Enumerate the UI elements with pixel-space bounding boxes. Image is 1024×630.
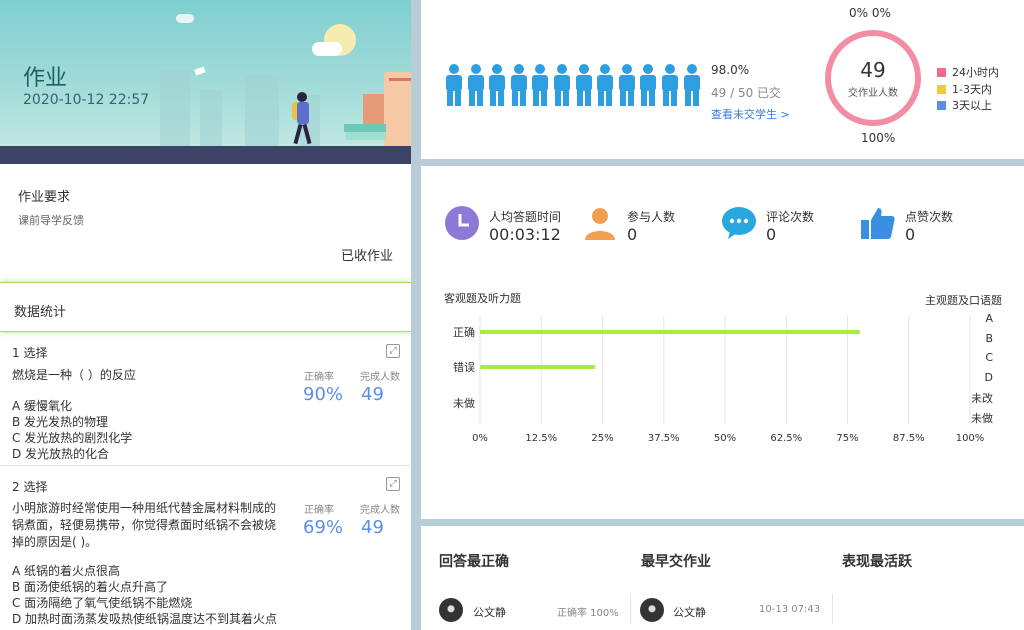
option-b: B 发光发热的物理 bbox=[12, 415, 109, 429]
student-figure-icon bbox=[639, 64, 657, 106]
legend-item: 3天以上 bbox=[937, 97, 992, 113]
student-figure-icon bbox=[683, 64, 701, 106]
student-figure-icon bbox=[553, 64, 571, 106]
bar bbox=[480, 365, 596, 369]
x-tick-label: 50% bbox=[714, 433, 736, 444]
stats-panel: 人均答题时间 00:03:12 参与人数 0 评论次数 0 点赞次数 0 客观题… bbox=[421, 166, 1024, 519]
subjective-item: D bbox=[984, 370, 993, 384]
completed-label: 完成人数 bbox=[360, 505, 400, 516]
question-number: 2 选择 bbox=[12, 480, 48, 494]
student-meta: 正确率 100% bbox=[557, 608, 619, 619]
submission-panel: 98.0% 49 / 50 已交 查看未交学生 > 0% 0% 49 交作业人数… bbox=[421, 0, 1024, 159]
x-tick-label: 0% bbox=[472, 433, 488, 444]
student-name: 公文静 bbox=[673, 606, 706, 619]
x-tick-label: 100% bbox=[956, 433, 985, 444]
student-name: 公文静 bbox=[473, 606, 506, 619]
stats-title: 数据统计 bbox=[14, 305, 67, 320]
subjective-title: 主观题及口语题 bbox=[925, 294, 1002, 307]
legend-swatch bbox=[937, 68, 946, 77]
submission-rate: 98.0% bbox=[711, 63, 750, 77]
category-label: 未做 bbox=[453, 396, 475, 410]
accuracy-value: 90% bbox=[303, 384, 344, 405]
student-figure-icon bbox=[596, 64, 614, 106]
option-a: A 纸锅的着火点很高 bbox=[12, 564, 121, 578]
expand-icon[interactable]: ⤢ bbox=[386, 477, 400, 491]
chart-title: 客观题及听力题 bbox=[444, 291, 521, 305]
question-card: 1 选择 ⤢ 燃烧是一种（ ）的反应 A 缓慢氧化 B 发光发热的物理 C 发光… bbox=[0, 340, 411, 465]
subjective-item: B bbox=[985, 331, 993, 345]
legend-item: 24小时内 bbox=[937, 64, 999, 80]
avatar bbox=[640, 598, 664, 622]
option-a: A 缓慢氧化 bbox=[12, 399, 73, 413]
option-b: B 面汤使纸锅的着火点升高了 bbox=[12, 580, 169, 594]
student-figure-icon bbox=[445, 64, 463, 106]
question-stem: 燃烧是一种（ ）的反应 bbox=[12, 368, 136, 382]
x-tick-label: 87.5% bbox=[893, 433, 925, 444]
option-d: D 加热时面汤蒸发吸热使纸锅温度达不到其着火点 bbox=[12, 612, 278, 626]
completed-label: 完成人数 bbox=[360, 372, 400, 383]
ring-top-percent: 0% 0% bbox=[849, 6, 891, 20]
accuracy-value: 69% bbox=[303, 517, 344, 538]
accuracy-label: 正确率 bbox=[304, 372, 334, 383]
student-figure-icon bbox=[618, 64, 636, 106]
view-unsubmitted-link[interactable]: 查看未交学生 > bbox=[711, 106, 790, 122]
legend-swatch bbox=[937, 101, 946, 110]
category-label: 错误 bbox=[453, 360, 475, 374]
subjective-item: 未改 bbox=[971, 392, 993, 405]
completed-value: 49 bbox=[361, 517, 384, 538]
question-card: 2 选择 ⤢ 小明旅游时经常使用一种用纸代替金属材料制成的锅煮面，轻便易携带，你… bbox=[0, 472, 411, 630]
legend-swatch bbox=[937, 85, 946, 94]
homework-title: 作业 bbox=[23, 66, 68, 91]
student-figure-icon bbox=[467, 64, 485, 106]
option-c: C 发光放热的剧烈化学 bbox=[12, 431, 133, 445]
student-meta: 10-13 07:43 bbox=[759, 604, 821, 615]
student-figure-icon bbox=[510, 64, 528, 106]
leaderboard-title: 最早交作业 bbox=[641, 554, 711, 570]
received-homework-link[interactable]: 已收作业 bbox=[341, 245, 393, 264]
subjective-item: A bbox=[985, 312, 993, 325]
legend-item: 1-3天内 bbox=[937, 81, 992, 97]
avatar bbox=[439, 598, 463, 622]
option-c: C 面汤隔绝了氧气使纸锅不能燃烧 bbox=[12, 596, 193, 610]
ring-label: 交作业人数 bbox=[848, 88, 898, 99]
subjective-item: C bbox=[985, 351, 993, 364]
objective-bar-chart: 客观题及听力题 0% 12.5% 25% 37.5% 50% 62.5% 75% 87.5% 1… bbox=[444, 291, 985, 444]
question-number: 1 选择 bbox=[12, 346, 48, 360]
homework-datetime: 2020-10-12 22:57 bbox=[23, 92, 150, 108]
requirement-title: 作业要求 bbox=[18, 190, 71, 205]
student-figure-icon bbox=[661, 64, 679, 106]
student-figure-icon bbox=[575, 64, 593, 106]
homework-panel: 作业 2020-10-12 22:57 作业要求 课前导学反馈 已收作业 数据统… bbox=[0, 0, 411, 630]
subjective-item: 未做 bbox=[971, 411, 993, 425]
cloud-illustration bbox=[312, 42, 342, 56]
paper-plane-icon bbox=[194, 66, 206, 76]
leaderboard-title: 回答最正确 bbox=[439, 554, 509, 570]
x-tick-label: 25% bbox=[591, 433, 613, 444]
question-stem: 小明旅游时经常使用一种用纸代替金属材料制成的锅煮面，轻便易携带，你觉得煮面时纸锅… bbox=[12, 501, 277, 549]
expand-icon[interactable]: ⤢ bbox=[386, 344, 400, 358]
leaderboard-title: 表现最活跃 bbox=[842, 554, 912, 570]
ring-bottom-percent: 100% bbox=[861, 131, 896, 145]
bar bbox=[480, 330, 860, 334]
x-tick-label: 75% bbox=[836, 433, 858, 444]
student-figure-icon bbox=[531, 64, 549, 106]
option-d: D 发光放热的化合 bbox=[12, 447, 110, 461]
submission-count: 49 / 50 已交 bbox=[711, 86, 782, 100]
stats-tab[interactable]: 数据统计 bbox=[0, 282, 411, 332]
leaderboard-panel: 回答最正确 最早交作业 表现最活跃 公文静 正确率 100% 公文静 10-13… bbox=[421, 526, 1024, 630]
requirement-text: 课前导学反馈 bbox=[18, 214, 84, 227]
x-tick-label: 12.5% bbox=[525, 433, 557, 444]
x-tick-label: 62.5% bbox=[770, 433, 802, 444]
completed-value: 49 bbox=[361, 384, 384, 405]
homework-banner: 作业 2020-10-12 22:57 bbox=[0, 0, 411, 164]
accuracy-label: 正确率 bbox=[304, 505, 334, 516]
x-tick-label: 37.5% bbox=[648, 433, 680, 444]
ring-value: 49 bbox=[860, 58, 886, 82]
category-label: 正确 bbox=[453, 326, 475, 339]
student-figure-icon bbox=[488, 64, 506, 106]
